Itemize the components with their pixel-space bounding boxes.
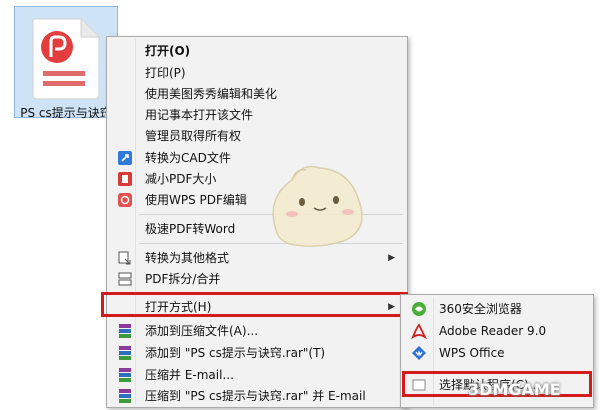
menu-item-label: 压缩并 E-mail... <box>145 368 234 382</box>
winrar-icon <box>119 368 131 382</box>
winrar-icon <box>119 346 131 360</box>
wps-pdf-icon <box>118 193 132 207</box>
cad-convert-icon <box>118 151 132 165</box>
convert-format-icon <box>118 251 131 265</box>
menu-item-meitu[interactable]: 使用美图秀秀编辑和美化 <box>109 84 405 104</box>
menu-item-compress-rar-email[interactable]: 压缩到 "PS cs提示与诀窍.rar" 并 E-mail <box>109 386 405 406</box>
menu-item-label: PDF拆分/合并 <box>145 272 221 286</box>
desktop-file-tile[interactable]: PS cs提示与诀窍 <box>14 6 118 120</box>
menu-item-compress-email[interactable]: 压缩并 E-mail... <box>109 365 405 385</box>
winrar-icon <box>119 324 131 338</box>
menu-item-add-to-archive[interactable]: 添加到压缩文件(A)... <box>109 321 405 341</box>
menu-item-label: 使用WPS PDF编辑 <box>145 193 247 207</box>
menu-item-take-ownership[interactable]: 管理员取得所有权 <box>109 126 405 146</box>
submenu-arrow-icon: ▶ <box>388 253 395 263</box>
menu-item-pdf-split[interactable]: PDF拆分/合并 <box>109 269 405 289</box>
submenu-item-label: 360安全浏览器 <box>439 302 522 316</box>
mascot-watermark-illustration <box>272 165 363 247</box>
submenu-item-360-browser[interactable]: 360安全浏览器 <box>403 298 591 320</box>
pdf-split-icon <box>118 272 132 286</box>
file-name-label: PS cs提示与诀窍 <box>20 106 112 120</box>
menu-item-label: 转换为其他格式 <box>145 251 230 265</box>
menu-item-label: 使用美图秀秀编辑和美化 <box>145 87 278 101</box>
pdf-file-icon <box>32 18 100 100</box>
menu-item-label: 极速PDF转Word <box>145 222 236 236</box>
menu-item-label: 添加到 "PS cs提示与诀窍.rar"(T) <box>145 346 326 360</box>
menu-item-label: 用记事本打开该文件 <box>145 108 254 122</box>
site-watermark: 3DMGAME <box>468 380 561 399</box>
menu-item-label: 减小PDF大小 <box>145 172 217 186</box>
menu-item-print[interactable]: 打印(P) <box>109 63 405 83</box>
submenu-item-label: WPS Office <box>439 346 505 360</box>
menu-item-label: 压缩到 "PS cs提示与诀窍.rar" 并 E-mail <box>145 389 366 403</box>
menu-item-label: 打印(P) <box>145 66 186 80</box>
wps-office-icon <box>412 346 426 360</box>
menu-item-label: 转换为CAD文件 <box>145 151 231 165</box>
submenu-item-wps-office[interactable]: WPS Office <box>403 342 591 364</box>
menu-item-label: 管理员取得所有权 <box>145 129 242 143</box>
pdf-compress-icon <box>118 172 132 186</box>
menu-item-open[interactable]: 打开(O) <box>109 41 405 61</box>
submenu-item-adobe-reader[interactable]: Adobe Reader 9.0 <box>403 320 591 342</box>
menu-item-convert-format[interactable]: 转换为其他格式 ▶ <box>109 248 405 268</box>
menu-item-add-to-rar[interactable]: 添加到 "PS cs提示与诀窍.rar"(T) <box>109 343 405 363</box>
winrar-icon <box>119 389 131 403</box>
submenu-item-label: Adobe Reader 9.0 <box>439 324 547 338</box>
menu-item-label: 打开(O) <box>145 44 191 58</box>
360-browser-icon <box>412 302 426 316</box>
menu-item-notepad[interactable]: 用记事本打开该文件 <box>109 105 405 125</box>
open-with-highlight-box <box>101 292 408 317</box>
adobe-reader-icon <box>411 323 427 339</box>
menu-item-label: 添加到压缩文件(A)... <box>145 324 259 338</box>
